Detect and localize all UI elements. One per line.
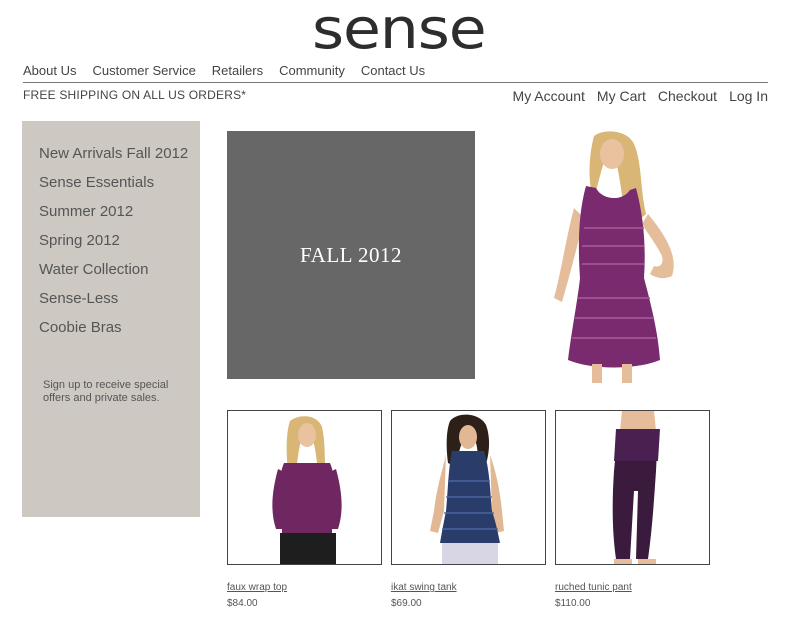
product-name[interactable]: ruched tunic pant: [555, 582, 710, 593]
nav-customer-service[interactable]: Customer Service: [92, 63, 195, 78]
model-purple-dress-image[interactable]: [532, 128, 692, 383]
product-card[interactable]: ruched tunic pant $110.00: [555, 410, 710, 609]
category-sense-essentials[interactable]: Sense Essentials: [39, 174, 189, 192]
banner-title: FALL 2012: [300, 242, 402, 267]
product-name[interactable]: faux wrap top: [227, 582, 382, 593]
category-sidebar: New Arrivals Fall 2012 Sense Essentials …: [22, 121, 200, 517]
nav-community[interactable]: Community: [279, 63, 345, 78]
category-summer-2012[interactable]: Summer 2012: [39, 203, 189, 221]
ruched-tunic-pant-image: [612, 411, 660, 564]
top-nav: About Us Customer Service Retailers Comm…: [23, 63, 441, 78]
log-in-link[interactable]: Log In: [729, 88, 768, 104]
product-price: $69.00: [391, 598, 422, 609]
product-thumbnail[interactable]: [555, 410, 710, 565]
faux-wrap-top-image: [272, 416, 342, 564]
product-thumbnail[interactable]: [227, 410, 382, 565]
header-divider: [23, 82, 768, 83]
product-price: $110.00: [555, 598, 591, 609]
nav-about-us[interactable]: About Us: [23, 63, 76, 78]
product-price: $84.00: [227, 598, 258, 609]
category-sense-less[interactable]: Sense-Less: [39, 290, 189, 308]
my-account-link[interactable]: My Account: [513, 88, 585, 104]
nav-retailers[interactable]: Retailers: [212, 63, 263, 78]
fall-2012-banner[interactable]: FALL 2012: [227, 131, 475, 379]
shipping-notice: FREE SHIPPING ON ALL US ORDERS*: [23, 88, 247, 102]
product-card[interactable]: ikat swing tank $69.00: [391, 410, 546, 609]
category-new-arrivals[interactable]: New Arrivals Fall 2012: [39, 145, 189, 163]
signup-link[interactable]: Sign up to receive special offers and pr…: [43, 379, 193, 405]
category-water-collection[interactable]: Water Collection: [39, 261, 189, 279]
checkout-link[interactable]: Checkout: [658, 88, 717, 104]
product-thumbnail[interactable]: [391, 410, 546, 565]
product-card[interactable]: faux wrap top $84.00: [227, 410, 382, 609]
product-name[interactable]: ikat swing tank: [391, 582, 546, 593]
sense-logo[interactable]: sense: [312, 2, 499, 58]
category-coobie-bras[interactable]: Coobie Bras: [39, 319, 189, 337]
category-list: New Arrivals Fall 2012 Sense Essentials …: [39, 145, 189, 348]
nav-contact-us[interactable]: Contact Us: [361, 63, 425, 78]
account-nav: My Account My Cart Checkout Log In: [501, 88, 768, 104]
ikat-swing-tank-image: [430, 414, 504, 564]
my-cart-link[interactable]: My Cart: [597, 88, 646, 104]
category-spring-2012[interactable]: Spring 2012: [39, 232, 189, 250]
